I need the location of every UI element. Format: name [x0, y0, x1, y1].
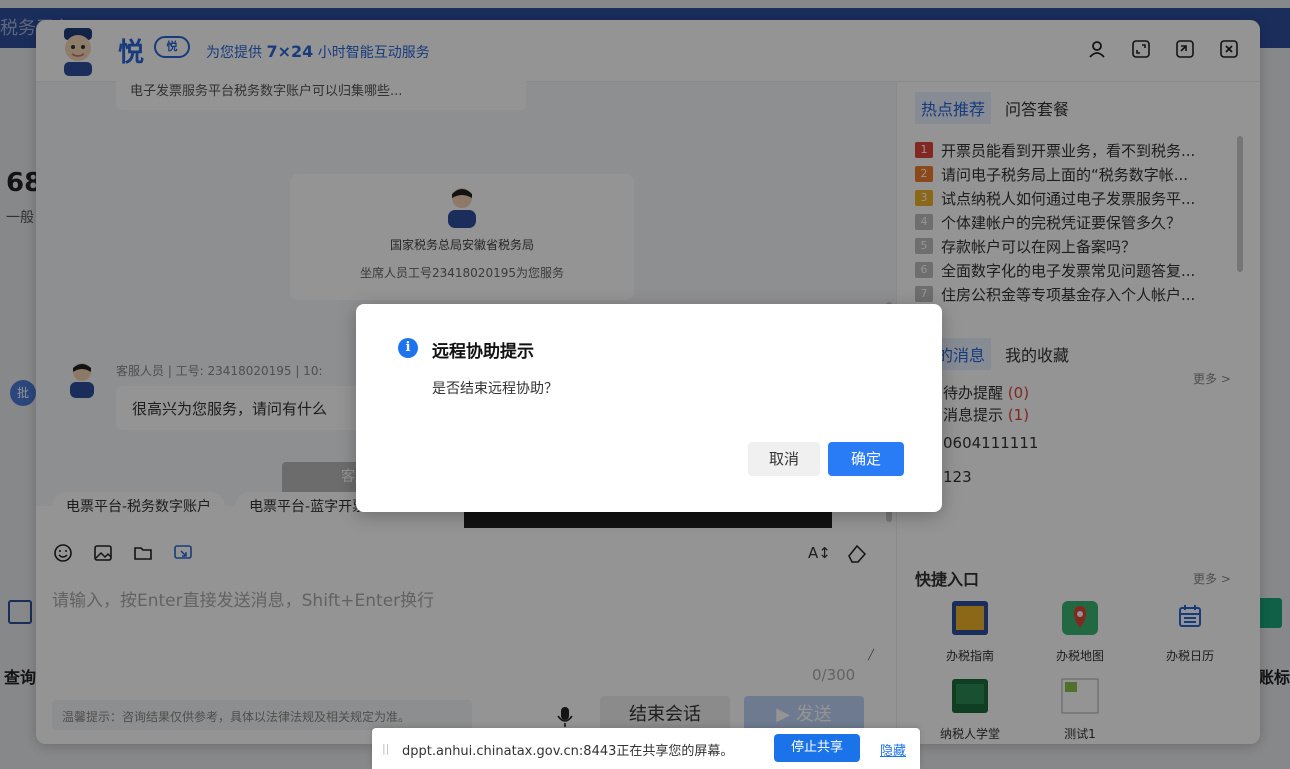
hide-link[interactable]: 隐藏 [880, 740, 906, 759]
confirm-button[interactable]: 确定 [828, 442, 904, 476]
drag-handle-icon[interactable]: || [382, 742, 389, 755]
cancel-button[interactable]: 取消 [748, 442, 820, 476]
dialog-title: 远程协助提示 [432, 342, 534, 362]
stop-sharing-button[interactable]: 停止共享 [774, 734, 860, 762]
screen-share-bar: || dppt.anhui.chinatax.gov.cn:8443正在共享您的… [372, 728, 920, 769]
share-status-text: dppt.anhui.chinatax.gov.cn:8443正在共享您的屏幕。 [402, 744, 734, 759]
remote-assist-dialog: i 远程协助提示 是否结束远程协助？ 取消 确定 [356, 304, 942, 512]
info-icon: i [398, 338, 418, 358]
dialog-message: 是否结束远程协助？ [432, 381, 558, 397]
